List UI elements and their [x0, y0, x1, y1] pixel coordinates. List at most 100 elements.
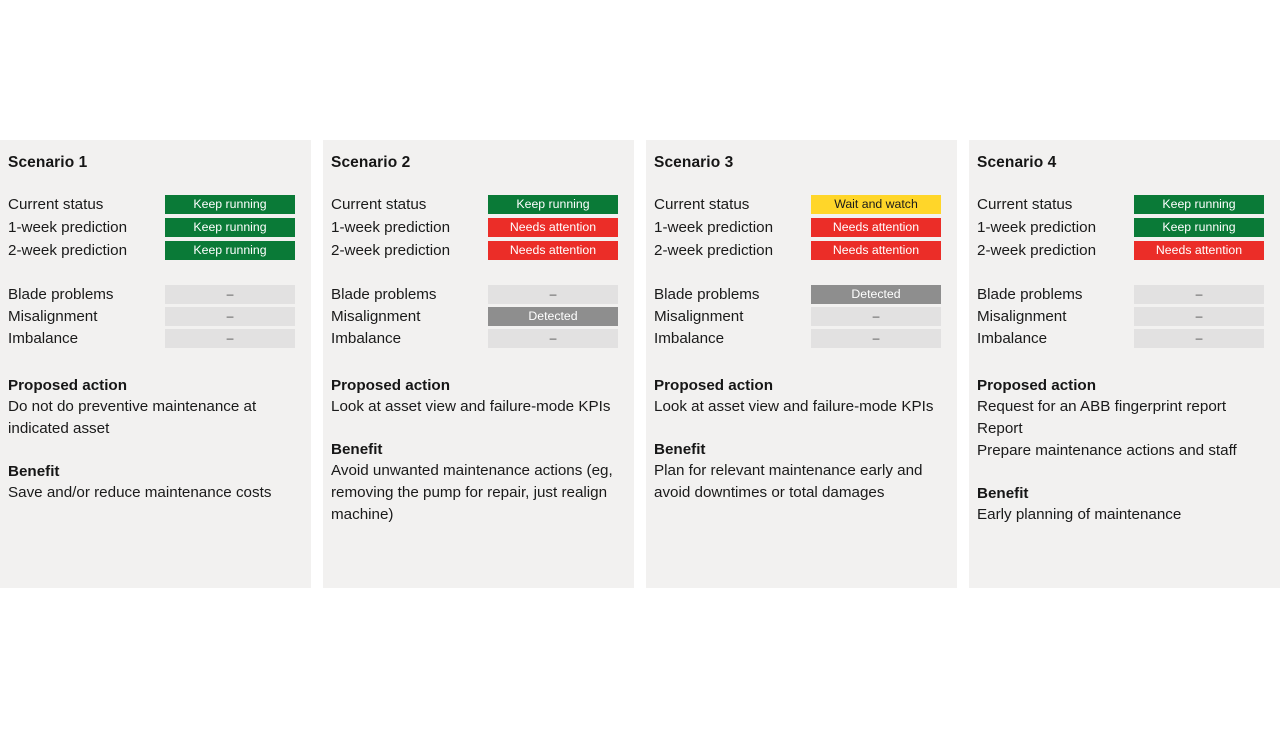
benefit-text: Plan for relevant maintenance early and …: [654, 462, 923, 501]
failure-mode-badge: –: [165, 306, 295, 326]
status-badge: Keep running: [165, 195, 295, 214]
status-row: Current status Wait and watch: [654, 193, 949, 216]
status-row: 1-week prediction Keep running: [8, 216, 303, 239]
status-badge: Needs attention: [488, 218, 618, 237]
benefit-heading: Benefit: [654, 441, 706, 458]
failure-mode-row: Imbalance –: [8, 327, 303, 349]
scenario-comparison-board: Scenario 1 Current status Keep running 1-we…: [0, 140, 1280, 588]
status-row-label: 1-week prediction: [8, 219, 128, 236]
status-prediction-table: Current status Keep running 1-week predict…: [977, 193, 1272, 262]
failure-mode-badge: Detected: [811, 284, 941, 304]
status-badge: Needs attention: [1134, 241, 1264, 260]
failure-mode-row: Blade problems –: [331, 283, 626, 305]
scenario-card: Scenario 3 Current status Wait and watch 1-…: [646, 140, 957, 588]
status-badge: Keep running: [165, 218, 295, 237]
failure-mode-row: Misalignment –: [654, 305, 949, 327]
failure-mode-badge: Detected: [488, 306, 618, 326]
failure-mode-label: Imbalance: [331, 329, 402, 347]
failure-mode-table: Blade problems – Misalignment – Imbalance –: [977, 283, 1272, 349]
proposed-action-text: Look at asset view and failure-mode KPIs: [654, 398, 934, 415]
failure-mode-row: Imbalance –: [331, 327, 626, 349]
scenario-title: Scenario 1: [8, 154, 88, 171]
status-badge: Keep running: [1134, 195, 1264, 214]
failure-mode-table: Blade problems Detected Misalignment – Imbal…: [654, 283, 949, 349]
failure-mode-row: Imbalance –: [977, 327, 1272, 349]
status-badge: Needs attention: [811, 218, 941, 237]
benefit-block: Benefit Save and/or reduce maintenance co…: [8, 461, 303, 504]
proposed-action-block: Proposed action Do not do preventive main…: [8, 375, 303, 440]
failure-mode-label: Imbalance: [654, 329, 725, 347]
benefit-heading: Benefit: [8, 463, 60, 480]
failure-mode-badge: –: [165, 284, 295, 304]
status-row: 1-week prediction Needs attention: [654, 216, 949, 239]
benefit-heading: Benefit: [977, 485, 1029, 502]
failure-mode-table: Blade problems – Misalignment – Imbalance –: [8, 283, 303, 349]
status-badge: Keep running: [165, 241, 295, 260]
failure-mode-label: Imbalance: [977, 329, 1048, 347]
status-badge: Wait and watch: [811, 195, 941, 214]
status-row: Current status Keep running: [977, 193, 1272, 216]
status-row-label: 2-week prediction: [331, 242, 451, 259]
failure-mode-badge: –: [1134, 284, 1264, 304]
status-badge: Needs attention: [488, 241, 618, 260]
benefit-block: Benefit Early planning of maintenance: [977, 483, 1272, 526]
scenario-card: Scenario 1 Current status Keep running 1-we…: [0, 140, 311, 588]
scenario-title: Scenario 3: [654, 154, 734, 171]
benefit-text: Save and/or reduce maintenance costs: [8, 484, 272, 501]
status-row-label: 1-week prediction: [331, 219, 451, 236]
proposed-action-text: Request for an ABB fingerprint report Re…: [977, 398, 1237, 459]
proposed-action-block: Proposed action Look at asset view and fa…: [331, 375, 626, 418]
failure-mode-badge: –: [811, 306, 941, 326]
failure-mode-row: Imbalance –: [654, 327, 949, 349]
proposed-action-heading: Proposed action: [8, 377, 127, 394]
failure-mode-label: Blade problems: [8, 285, 114, 303]
scenario-card: Scenario 4 Current status Keep running 1-we…: [969, 140, 1280, 588]
status-row: 1-week prediction Keep running: [977, 216, 1272, 239]
status-prediction-table: Current status Wait and watch 1-week predi…: [654, 193, 949, 262]
proposed-action-heading: Proposed action: [331, 377, 450, 394]
status-row: Current status Keep running: [331, 193, 626, 216]
scenario-title: Scenario 2: [331, 154, 411, 171]
benefit-text: Avoid unwanted maintenance actions (eg, …: [331, 462, 613, 523]
status-badge: Keep running: [488, 195, 618, 214]
benefit-text: Early planning of maintenance: [977, 506, 1182, 523]
status-badge: Keep running: [1134, 218, 1264, 237]
status-row: 2-week prediction Needs attention: [654, 239, 949, 262]
failure-mode-badge: –: [488, 328, 618, 348]
failure-mode-badge: –: [1134, 328, 1264, 348]
proposed-action-text: Look at asset view and failure-mode KPIs: [331, 398, 611, 415]
failure-mode-table: Blade problems – Misalignment Detected Imbal…: [331, 283, 626, 349]
benefit-block: Benefit Plan for relevant maintenance ear…: [654, 439, 949, 504]
status-row-label: 2-week prediction: [977, 242, 1097, 259]
status-row-label: Current status: [8, 196, 104, 213]
benefit-block: Benefit Avoid unwanted maintenance action…: [331, 439, 626, 526]
failure-mode-row: Misalignment –: [977, 305, 1272, 327]
proposed-action-heading: Proposed action: [654, 377, 773, 394]
status-badge: Needs attention: [811, 241, 941, 260]
failure-mode-row: Blade problems –: [977, 283, 1272, 305]
failure-mode-label: Imbalance: [8, 329, 79, 347]
failure-mode-label: Misalignment: [331, 307, 421, 325]
failure-mode-badge: –: [1134, 306, 1264, 326]
failure-mode-label: Misalignment: [8, 307, 98, 325]
status-row: 1-week prediction Needs attention: [331, 216, 626, 239]
status-row: 2-week prediction Keep running: [8, 239, 303, 262]
proposed-action-block: Proposed action Look at asset view and fa…: [654, 375, 949, 418]
failure-mode-label: Misalignment: [654, 307, 744, 325]
status-row-label: 1-week prediction: [977, 219, 1097, 236]
status-row: Current status Keep running: [8, 193, 303, 216]
status-row-label: Current status: [654, 196, 750, 213]
failure-mode-badge: –: [488, 284, 618, 304]
status-row-label: Current status: [977, 196, 1073, 213]
proposed-action-text: Do not do preventive maintenance at indi…: [8, 398, 257, 437]
status-row-label: 2-week prediction: [654, 242, 774, 259]
failure-mode-row: Misalignment –: [8, 305, 303, 327]
status-row-label: Current status: [331, 196, 427, 213]
status-row: 2-week prediction Needs attention: [977, 239, 1272, 262]
failure-mode-row: Misalignment Detected: [331, 305, 626, 327]
status-row: 2-week prediction Needs attention: [331, 239, 626, 262]
failure-mode-badge: –: [165, 328, 295, 348]
failure-mode-label: Blade problems: [977, 285, 1083, 303]
proposed-action-heading: Proposed action: [977, 377, 1096, 394]
failure-mode-label: Misalignment: [977, 307, 1067, 325]
